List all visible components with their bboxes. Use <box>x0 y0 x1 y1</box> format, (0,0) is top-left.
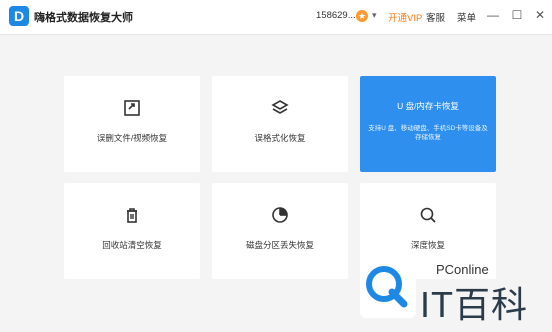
card-label: 磁盘分区丢失恢复 <box>245 240 314 250</box>
watermark-magnifier-icon <box>366 266 408 308</box>
title-bar: D 嗨格式数据恢复大师 158629... ★ ▾ 开通VIP 客服 菜单 — … <box>0 0 552 35</box>
user-avatar-icon[interactable]: ★ <box>356 10 368 22</box>
minimize-icon[interactable]: — <box>486 8 500 22</box>
app-logo-icon: D <box>9 6 29 26</box>
close-icon[interactable]: ✕ <box>533 8 547 22</box>
card-file-video-recovery[interactable]: 误删文件/视频恢复 <box>64 76 200 172</box>
card-label: 回收站清空恢复 <box>102 240 162 250</box>
card-format-recovery[interactable]: 误格式化恢复 <box>212 76 348 172</box>
card-title: U 盘/内存卡恢复 <box>397 101 459 111</box>
vip-button[interactable]: 开通VIP <box>388 10 422 24</box>
account-dropdown-icon[interactable]: ▾ <box>372 10 377 21</box>
maximize-icon[interactable]: ☐ <box>510 8 524 22</box>
support-button[interactable]: 客服 <box>426 10 445 24</box>
card-label: 误删文件/视频恢复 <box>96 133 168 143</box>
watermark-logo-icon <box>360 256 416 318</box>
card-label: 深度恢复 <box>410 240 445 250</box>
app-title: 嗨格式数据恢复大师 <box>34 12 133 24</box>
card-label: 误格式化恢复 <box>254 133 306 143</box>
card-usb-card-recovery[interactable]: U 盘/内存卡恢复 支持U 盘、移动硬盘、手机SD卡等设备及存储恢复 <box>360 76 496 172</box>
magnifier-icon <box>420 207 436 223</box>
watermark-brand: PConline <box>436 262 489 277</box>
file-restore-icon <box>124 100 140 116</box>
card-description: 支持U 盘、移动硬盘、手机SD卡等设备及存储恢复 <box>368 125 488 141</box>
disk-partition-icon <box>272 207 288 223</box>
account-id[interactable]: 158629... <box>316 10 356 21</box>
card-recycle-bin-recovery[interactable]: 回收站清空恢复 <box>64 183 200 279</box>
layers-icon <box>271 100 289 114</box>
card-partition-recovery[interactable]: 磁盘分区丢失恢复 <box>212 183 348 279</box>
menu-button[interactable]: 菜单 <box>457 10 476 24</box>
trash-icon <box>127 208 137 223</box>
watermark-name: IT百科 <box>420 284 528 325</box>
